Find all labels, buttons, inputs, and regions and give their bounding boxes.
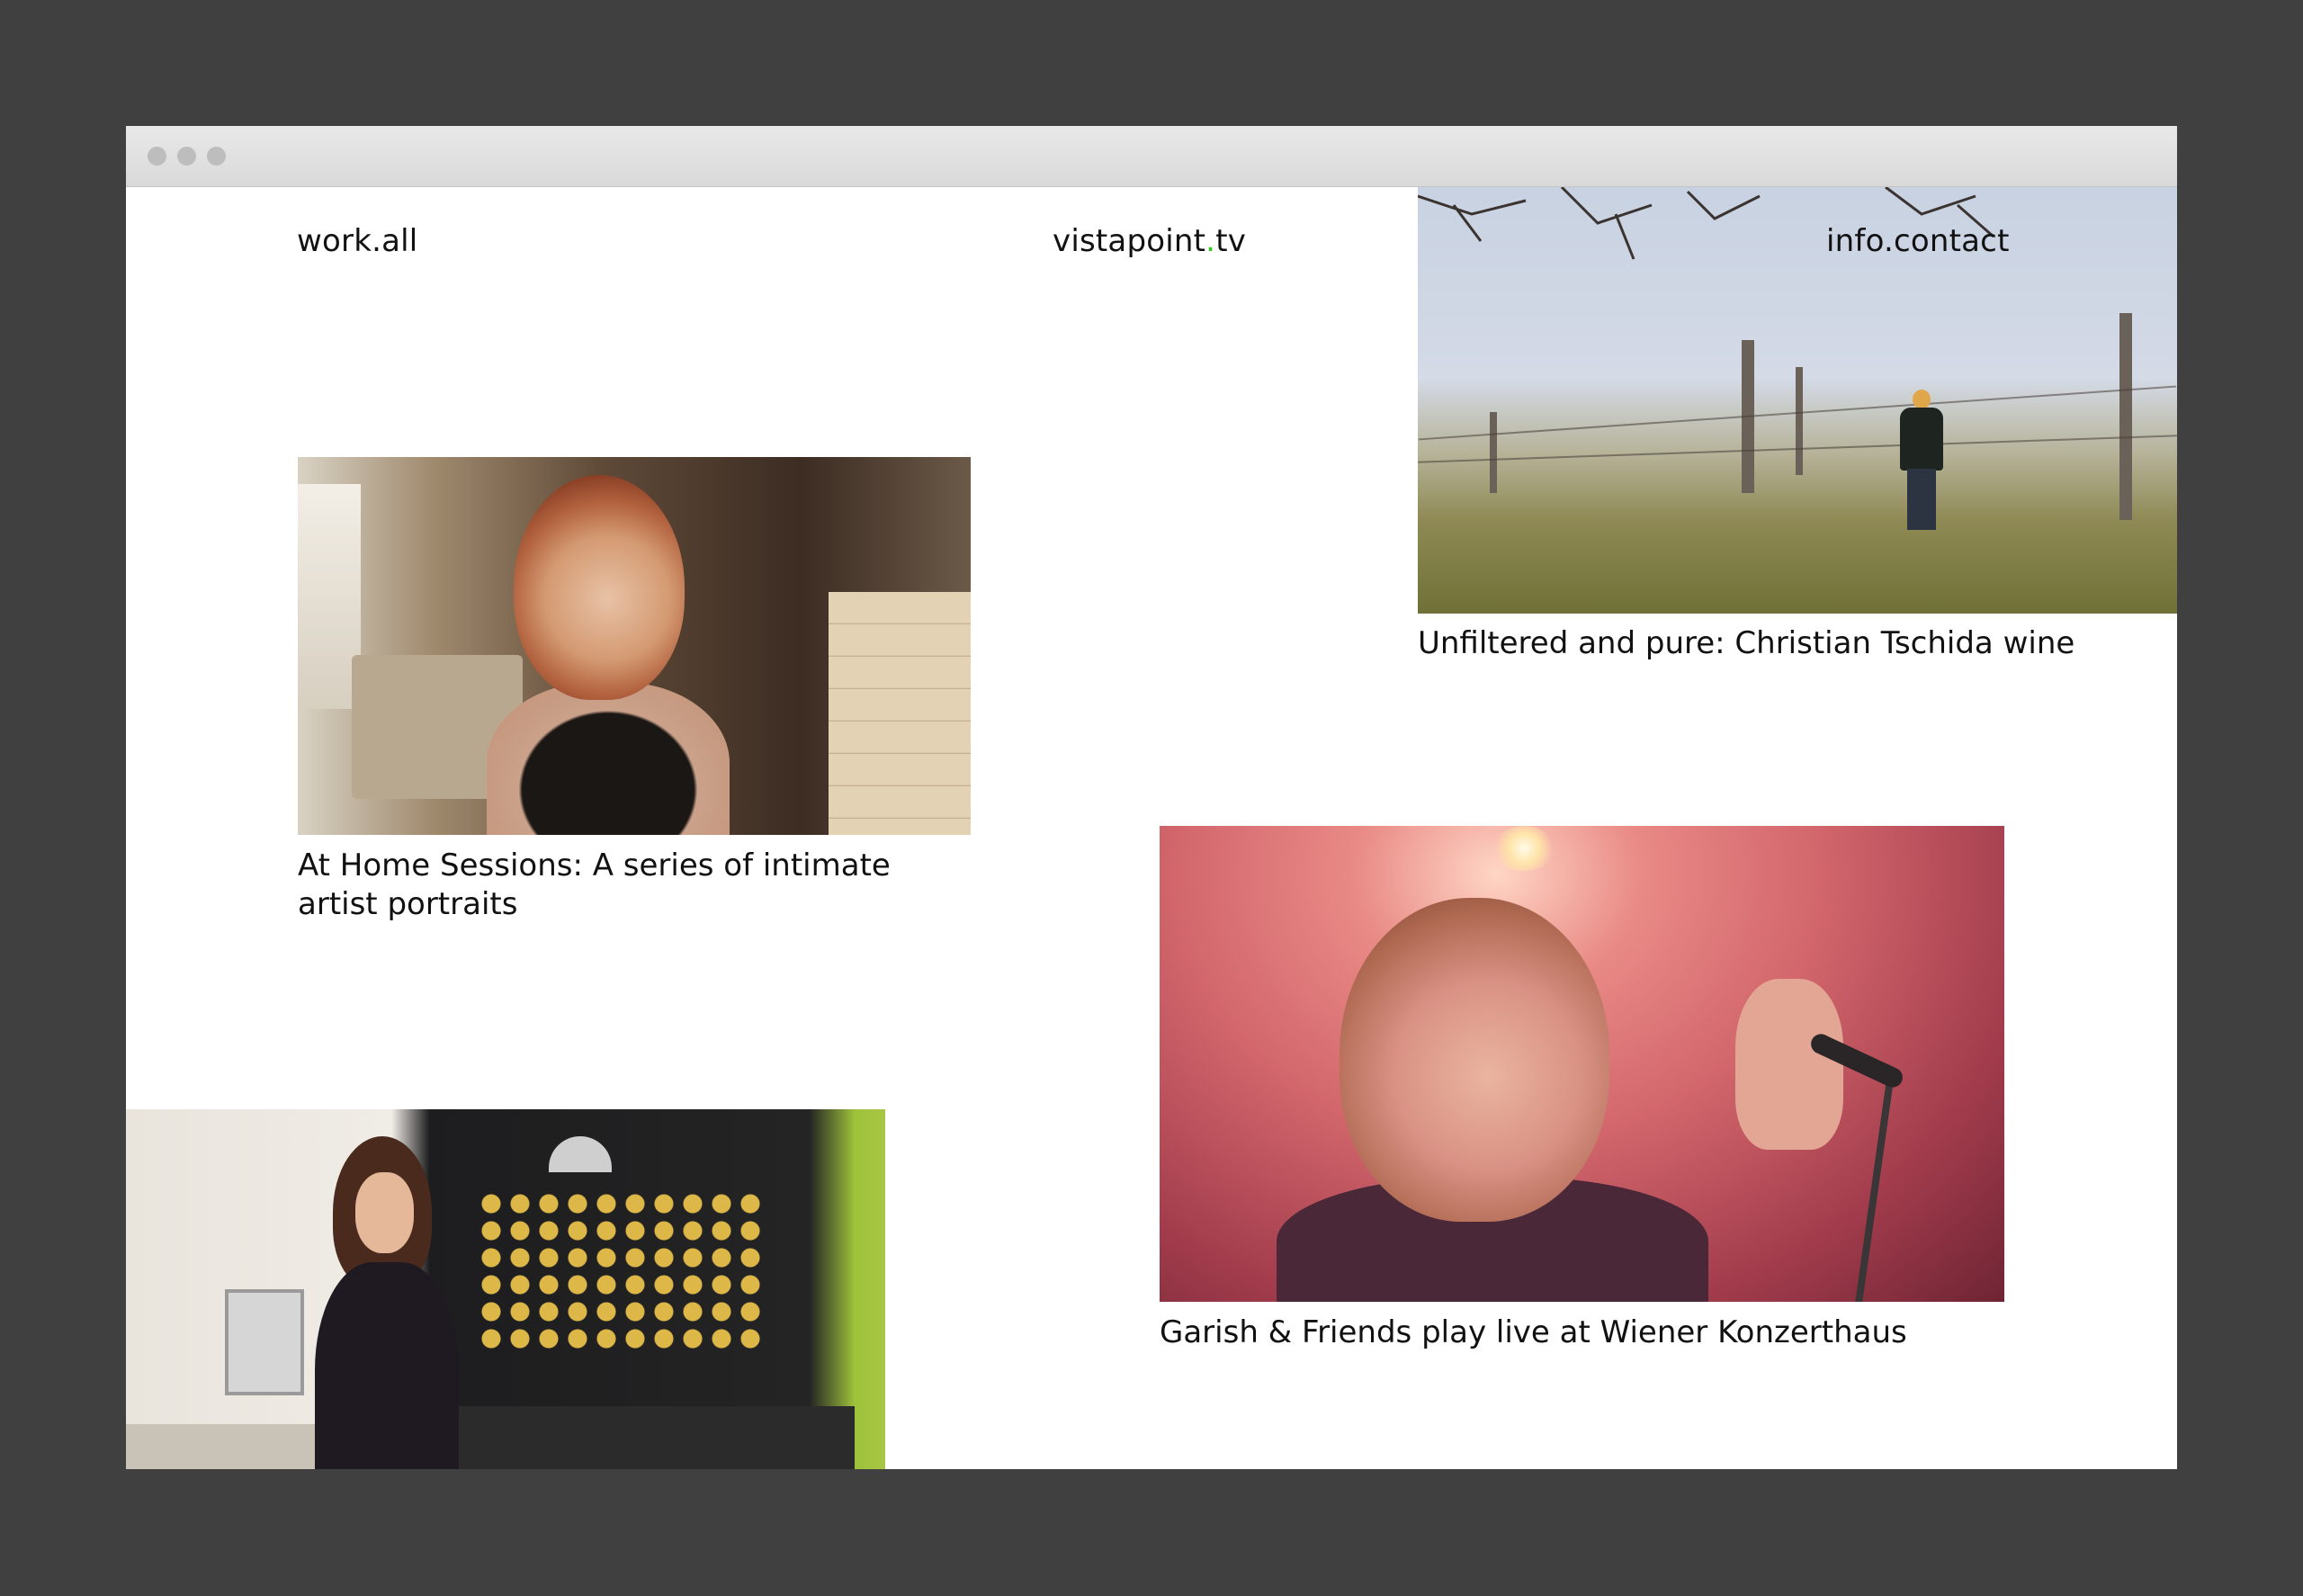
wooden-crate bbox=[829, 592, 971, 835]
artist-body bbox=[487, 682, 730, 835]
pendant-lamp bbox=[549, 1136, 612, 1172]
winemaker-figure bbox=[1895, 390, 1949, 533]
project-caption-at-home-sessions[interactable]: At Home Sessions: A series of intimate a… bbox=[298, 847, 945, 924]
singer-head bbox=[1340, 898, 1609, 1222]
singer-hand bbox=[1735, 979, 1843, 1150]
vine-post bbox=[1490, 412, 1497, 493]
nav-info-contact-link[interactable]: info.contact bbox=[1826, 223, 2010, 259]
tree-branches-graphic bbox=[1418, 187, 1994, 260]
window-close-dot[interactable] bbox=[148, 147, 166, 166]
stage-light bbox=[1492, 826, 1555, 871]
project-image-at-home-sessions[interactable] bbox=[298, 457, 971, 835]
window-titlebar bbox=[126, 126, 2177, 187]
nav-work-all-link[interactable]: work.all bbox=[297, 223, 417, 259]
browser-window: work.all vistapoint.tv info.contact Unfi… bbox=[126, 126, 2177, 1469]
window-maximize-dot[interactable] bbox=[207, 147, 226, 166]
project-caption-christian-tschida[interactable]: Unfiltered and pure: Christian Tschida w… bbox=[1418, 624, 2137, 663]
artist-head bbox=[514, 475, 685, 700]
logo-dot: . bbox=[1205, 223, 1216, 259]
window-minimize-dot[interactable] bbox=[177, 147, 196, 166]
sticky-notes-board bbox=[477, 1190, 765, 1352]
project-image-garish-concert[interactable] bbox=[1160, 826, 2004, 1302]
page-content: work.all vistapoint.tv info.contact Unfi… bbox=[126, 187, 2177, 1469]
project-image-christian-tschida[interactable] bbox=[1418, 187, 2177, 614]
desktop-monitor bbox=[225, 1289, 304, 1395]
logo-main-text: vistapoint bbox=[1053, 223, 1206, 259]
project-caption-garish-concert[interactable]: Garish & Friends play live at Wiener Kon… bbox=[1160, 1314, 1969, 1352]
mic-stand bbox=[1853, 1078, 1895, 1302]
vine-post bbox=[1796, 367, 1803, 475]
woman-with-phone bbox=[297, 1136, 477, 1469]
logo-tld-text: tv bbox=[1215, 223, 1247, 259]
project-image-office[interactable] bbox=[126, 1109, 885, 1469]
vine-post bbox=[2119, 313, 2132, 520]
site-logo[interactable]: vistapoint.tv bbox=[1053, 223, 1246, 259]
